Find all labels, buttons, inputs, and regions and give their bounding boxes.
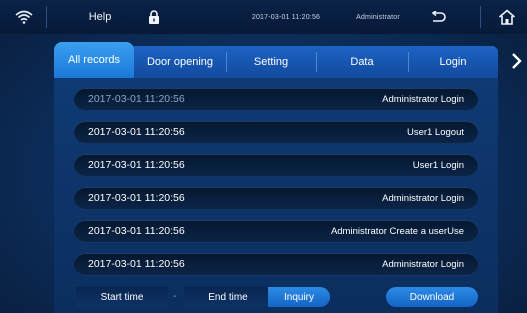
end-time-label: End time bbox=[208, 291, 248, 303]
record-event: User1 Login bbox=[412, 160, 464, 171]
record-row[interactable]: 2017-03-01 11:20:56 User1 Login bbox=[74, 154, 478, 177]
tab-login[interactable]: Login bbox=[408, 46, 498, 78]
tab-label: Login bbox=[439, 56, 467, 68]
end-time-field[interactable]: End time bbox=[184, 287, 272, 307]
record-row[interactable]: 2017-03-01 11:20:56 Administrator Login bbox=[74, 253, 478, 276]
record-time: 2017-03-01 11:20:56 bbox=[88, 225, 185, 237]
wifi-icon bbox=[6, 0, 42, 34]
tab-all-records[interactable]: All records bbox=[54, 42, 134, 78]
help-label: Help bbox=[88, 11, 112, 23]
record-time: 2017-03-01 11:20:56 bbox=[88, 93, 185, 105]
tab-label: Setting bbox=[253, 56, 289, 68]
record-time: 2017-03-01 11:20:56 bbox=[88, 126, 185, 138]
chevron-right-icon[interactable] bbox=[510, 52, 524, 70]
back-icon[interactable] bbox=[424, 0, 452, 34]
inquiry-label: Inquiry bbox=[283, 291, 314, 303]
record-row[interactable]: 2017-03-01 11:20:56 Administrator Login bbox=[74, 187, 478, 210]
user-name: Administrator bbox=[356, 13, 400, 21]
top-bar: Help 2017-03-01 11:20:56 Administrator bbox=[0, 0, 527, 34]
records-panel: 2017-03-01 11:20:56 Administrator Login … bbox=[54, 78, 498, 313]
datetime-display: 2017-03-01 11:20:56 bbox=[232, 0, 340, 34]
screen: Help 2017-03-01 11:20:56 Administrator A… bbox=[0, 0, 527, 313]
record-time: 2017-03-01 11:20:56 bbox=[88, 258, 185, 270]
tab-label: Door opening bbox=[146, 56, 214, 68]
help-button[interactable]: Help bbox=[74, 0, 126, 34]
record-row[interactable]: 2017-03-01 11:20:56 Administrator Create… bbox=[74, 220, 478, 243]
record-event: Administrator Login bbox=[382, 259, 464, 270]
start-time-field[interactable]: Start time bbox=[76, 287, 168, 307]
tab-setting[interactable]: Setting bbox=[226, 46, 316, 78]
range-separator: - bbox=[173, 291, 177, 302]
query-bar: Start time - End time Inquiry Download bbox=[72, 285, 482, 309]
user-display: Administrator bbox=[346, 0, 410, 34]
tab-door-opening[interactable]: Door opening bbox=[134, 46, 226, 78]
tab-label: Data bbox=[350, 56, 374, 68]
start-time-label: Start time bbox=[100, 291, 144, 303]
inquiry-button[interactable]: Inquiry bbox=[268, 287, 330, 307]
record-event: User1 Logout bbox=[406, 127, 464, 138]
record-event: Administrator Create a userUse bbox=[330, 226, 464, 237]
home-icon[interactable] bbox=[492, 0, 522, 34]
datetime-text: 2017-03-01 11:20:56 bbox=[251, 13, 321, 21]
record-event: Administrator Login bbox=[382, 94, 464, 105]
record-row[interactable]: 2017-03-01 11:20:56 Administrator Login bbox=[74, 88, 478, 111]
download-label: Download bbox=[409, 291, 455, 303]
tab-data[interactable]: Data bbox=[316, 46, 408, 78]
tab-bar: All records Door opening Setting Data Lo… bbox=[54, 42, 498, 78]
record-time: 2017-03-01 11:20:56 bbox=[88, 159, 185, 171]
tab-label: All records bbox=[68, 54, 120, 66]
lock-icon[interactable] bbox=[144, 0, 164, 34]
record-event: Administrator Login bbox=[382, 193, 464, 204]
record-row[interactable]: 2017-03-01 11:20:56 User1 Logout bbox=[74, 121, 478, 144]
download-button[interactable]: Download bbox=[386, 287, 478, 307]
record-time: 2017-03-01 11:20:56 bbox=[88, 192, 185, 204]
